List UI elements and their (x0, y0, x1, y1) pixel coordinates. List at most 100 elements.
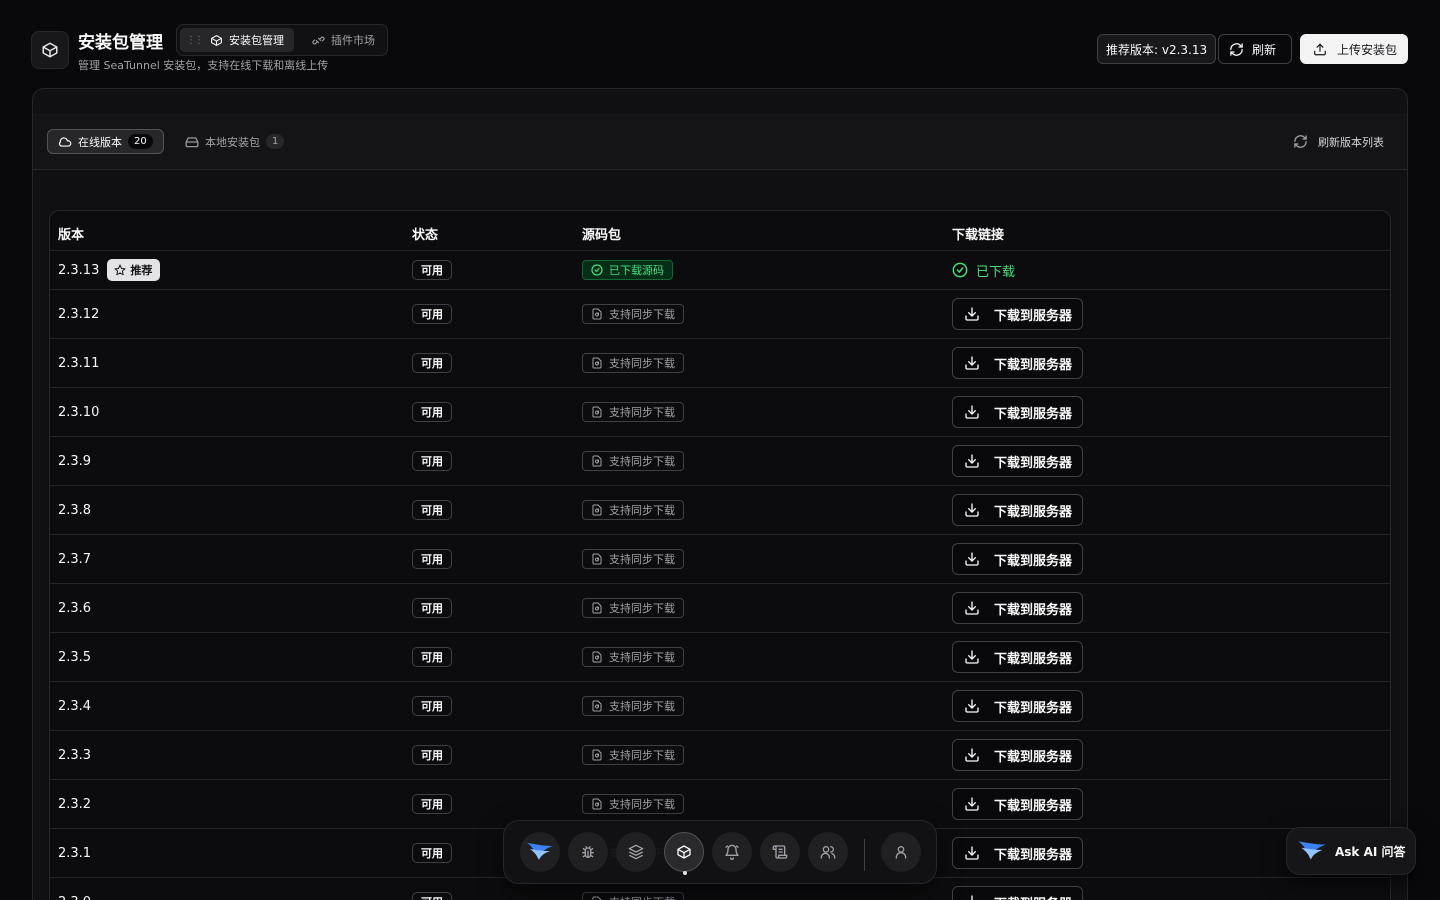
download-cell: 下载到服务器 (952, 486, 1084, 534)
local-package-count: 1 (266, 134, 285, 149)
download-to-server-button[interactable]: 下载到服务器 (952, 641, 1084, 673)
tab-online-versions[interactable]: 在线版本 20 (47, 129, 164, 154)
download-to-server-button[interactable]: 下载到服务器 (952, 445, 1084, 477)
column-version: 版本 (58, 228, 85, 243)
status-badge: 可用 (412, 451, 452, 471)
download-icon (965, 699, 979, 713)
version-cell: 2.3.8 (58, 486, 91, 534)
download-icon (965, 552, 979, 566)
version-number: 2.3.3 (58, 747, 92, 763)
table-body: 2.3.13 推荐 可用 已下载源码 已下载 2.3.12 可用 支持同步下载 下载到服务器 2.… (50, 251, 1390, 900)
version-number: 2.3.5 (58, 649, 92, 665)
dock-item-users[interactable] (808, 832, 848, 872)
download-cell: 下载到服务器 (952, 388, 1084, 436)
status-cell: 可用 (412, 290, 452, 338)
dock-item-logs[interactable] (760, 832, 800, 872)
dock-item-home[interactable] (520, 832, 560, 872)
status-cell: 可用 (412, 633, 452, 681)
downloaded-label: 已下载 (976, 264, 1016, 280)
source-cell: 支持同步下载 (582, 290, 684, 338)
status-cell: 可用 (412, 829, 452, 877)
source-cell: 支持同步下载 (582, 437, 684, 485)
download-button-label: 下载到服务器 (994, 552, 1073, 568)
tab-package-management[interactable]: ⋮⋮ 安装包管理 (180, 28, 294, 52)
source-sync-badge: 支持同步下载 (582, 353, 684, 373)
download-to-server-button[interactable]: 下载到服务器 (952, 592, 1084, 624)
refresh-version-list-button[interactable]: 刷新版本列表 (1293, 129, 1384, 154)
bottom-dock (503, 820, 937, 884)
download-to-server-button[interactable]: 下载到服务器 (952, 396, 1084, 428)
layers-icon (628, 844, 644, 860)
dock-item-profile[interactable] (881, 832, 921, 872)
source-status-label: 已下载源码 (609, 264, 664, 277)
file-sync-icon (592, 749, 602, 761)
download-icon (965, 846, 979, 860)
version-number: 2.3.8 (58, 502, 92, 518)
scroll-icon (772, 845, 788, 859)
package-icon (42, 42, 58, 58)
upload-package-button[interactable]: 上传安装包 (1300, 34, 1408, 64)
status-badge: 可用 (412, 260, 452, 280)
refresh-list-label: 刷新版本列表 (1318, 135, 1384, 149)
check-circle-icon (591, 264, 603, 276)
download-to-server-button[interactable]: 下载到服务器 (952, 788, 1084, 820)
status-cell: 可用 (412, 339, 452, 387)
file-sync-icon (592, 357, 602, 369)
download-to-server-button[interactable]: 下载到服务器 (952, 543, 1084, 575)
download-to-server-button[interactable]: 下载到服务器 (952, 298, 1084, 330)
star-icon (114, 264, 126, 276)
column-source: 源码包 (582, 228, 622, 243)
table-row: 2.3.10 可用 支持同步下载 下载到服务器 (50, 388, 1390, 437)
version-number: 2.3.12 (58, 306, 100, 322)
version-cell: 2.3.0 (58, 878, 91, 900)
tab-label: 插件市场 (331, 34, 375, 47)
table-row: 2.3.7 可用 支持同步下载 下载到服务器 (50, 535, 1390, 584)
download-to-server-button[interactable]: 下载到服务器 (952, 886, 1084, 900)
download-to-server-button[interactable]: 下载到服务器 (952, 494, 1084, 526)
download-cell: 下载到服务器 (952, 437, 1084, 485)
download-button-label: 下载到服务器 (994, 356, 1073, 372)
user-icon (895, 846, 907, 859)
card-toolbar: 在线版本 20 本地安装包 1 刷新版本列表 (33, 113, 1407, 170)
refresh-icon (1294, 135, 1307, 148)
package-icon (211, 34, 222, 46)
source-cell: 支持同步下载 (582, 339, 684, 387)
dock-item-debug[interactable] (568, 832, 608, 872)
source-sync-badge: 支持同步下载 (582, 794, 684, 814)
table-header: 版本 状态 源码包 下载链接 (50, 211, 1390, 251)
ask-ai-button[interactable]: Ask AI 问答 (1286, 827, 1416, 875)
dock-item-layers[interactable] (616, 832, 656, 872)
download-to-server-button[interactable]: 下载到服务器 (952, 837, 1084, 869)
package-logo (31, 31, 69, 69)
version-number: 2.3.6 (58, 600, 92, 616)
file-sync-icon (592, 308, 602, 320)
status-cell: 可用 (412, 780, 452, 828)
download-to-server-button[interactable]: 下载到服务器 (952, 739, 1084, 771)
source-status-label: 支持同步下载 (609, 602, 675, 615)
source-sync-badge: 支持同步下载 (582, 745, 684, 765)
dock-item-packages[interactable] (664, 832, 704, 872)
cloud-icon (58, 136, 72, 147)
source-status-label: 支持同步下载 (609, 504, 675, 517)
source-sync-badge: 支持同步下载 (582, 892, 684, 900)
source-sync-badge: 支持同步下载 (582, 549, 684, 569)
seatunnel-logo-icon (527, 843, 553, 860)
status-badge: 可用 (412, 843, 452, 863)
status-badge: 可用 (412, 647, 452, 667)
tab-plugin-market[interactable]: 插件市场 (302, 28, 385, 52)
status-cell: 可用 (412, 682, 452, 730)
version-cell: 2.3.9 (58, 437, 91, 485)
table-row: 2.3.4 可用 支持同步下载 下载到服务器 (50, 682, 1390, 731)
version-cell: 2.3.13 推荐 (58, 251, 161, 289)
status-cell: 可用 (412, 437, 452, 485)
source-cell: 支持同步下载 (582, 535, 684, 583)
tab-label: 本地安装包 (205, 135, 260, 149)
tab-local-packages[interactable]: 本地安装包 1 (175, 129, 294, 154)
status-badge: 可用 (412, 598, 452, 618)
download-to-server-button[interactable]: 下载到服务器 (952, 690, 1084, 722)
dock-item-alerts[interactable] (712, 832, 752, 872)
file-sync-icon (592, 602, 602, 614)
download-to-server-button[interactable]: 下载到服务器 (952, 347, 1084, 379)
download-icon (965, 307, 979, 321)
refresh-button[interactable]: 刷新 (1218, 34, 1292, 64)
